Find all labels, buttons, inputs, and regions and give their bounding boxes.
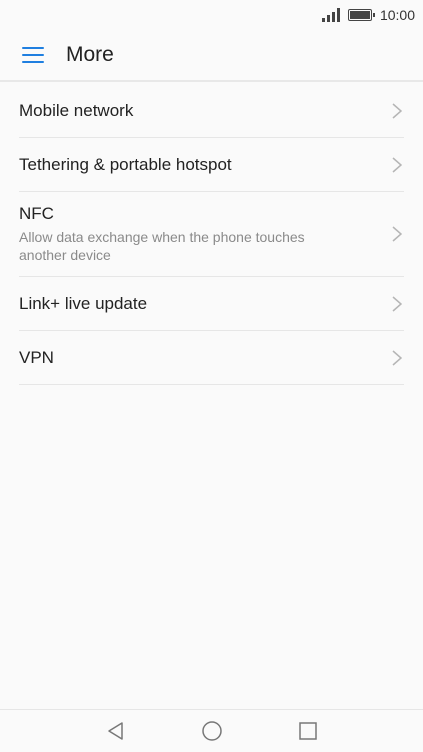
chevron-right-icon — [392, 349, 403, 366]
list-item-title: Link+ live update — [19, 293, 148, 313]
list-item-link-live-update[interactable]: Link+ live update — [19, 277, 404, 331]
list-item-tethering-hotspot[interactable]: Tethering & portable hotspot — [19, 138, 404, 192]
app-bar: More — [0, 30, 423, 82]
back-icon[interactable] — [105, 720, 127, 742]
battery-icon — [347, 9, 375, 21]
navigation-bar — [0, 709, 423, 752]
list-item-mobile-network[interactable]: Mobile network — [19, 84, 404, 138]
chevron-right-icon — [392, 156, 403, 173]
recents-icon[interactable] — [297, 720, 319, 742]
list-item-title: NFC — [19, 204, 54, 223]
list-item-title: Tethering & portable hotspot — [19, 154, 232, 174]
settings-list: Mobile network Tethering & portable hots… — [19, 84, 404, 385]
list-item-subtitle: Allow data exchange when the phone touch… — [19, 229, 305, 263]
hamburger-menu-icon[interactable] — [22, 47, 44, 63]
status-time: 10:00 — [379, 7, 415, 23]
list-item-vpn[interactable]: VPN — [19, 331, 404, 385]
chevron-right-icon — [392, 295, 403, 312]
signal-icon — [321, 8, 340, 22]
chevron-right-icon — [392, 226, 403, 242]
list-item-title: Mobile network — [19, 100, 134, 120]
chevron-right-icon — [392, 102, 403, 119]
list-item-nfc[interactable]: NFC Allow data exchange when the phone t… — [19, 192, 404, 277]
list-item-title: VPN — [19, 347, 54, 367]
home-icon[interactable] — [201, 720, 223, 742]
status-bar: 10:00 — [0, 0, 423, 30]
page-title: More — [66, 43, 114, 66]
